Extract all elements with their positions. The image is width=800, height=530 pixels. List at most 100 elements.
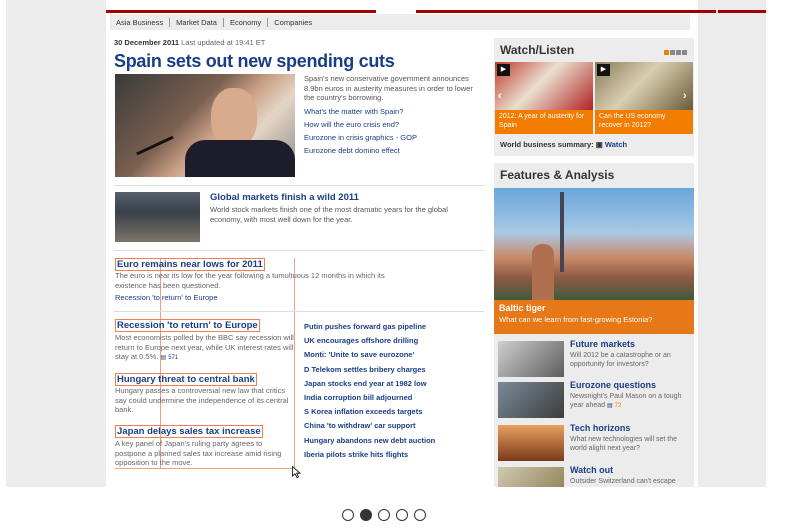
news-page: Asia Business Market Data Economy Compan…	[106, 0, 766, 487]
headlines-list: Putin pushes forward gas pipeline UK enc…	[304, 320, 435, 462]
bar-right	[718, 10, 766, 13]
feature-title[interactable]: Eurozone questions	[570, 380, 656, 390]
comment-icon[interactable]: ▤	[160, 355, 166, 361]
headline-link[interactable]: Putin pushes forward gas pipeline	[304, 320, 435, 334]
dateline: 30 December 2011 Last updated at 19:41 E…	[114, 38, 265, 47]
summary-label: World business summary:	[500, 140, 594, 149]
carousel-dot[interactable]	[414, 509, 426, 521]
headline-link[interactable]: Iberia pilots strike hits flights	[304, 448, 435, 462]
headline-link[interactable]: Monti: 'Unite to save eurozone'	[304, 348, 435, 362]
global-markets-title[interactable]: Global markets finish a wild 2011	[210, 192, 359, 203]
bar-middle	[416, 10, 716, 13]
headline-link[interactable]: UK encourages offshore drilling	[304, 334, 435, 348]
pager-dot[interactable]	[682, 50, 687, 55]
carousel-pagination	[342, 509, 426, 521]
video-thumbnail[interactable]: ▶ 2012: A year of austerity for Spain	[495, 62, 593, 134]
story-summary: A key panel of Japan's ruling party agre…	[115, 439, 282, 467]
related-link[interactable]: How will the euro crisis end?	[304, 118, 417, 131]
baltic-desc: What can we learn from fast-growing Esto…	[499, 315, 653, 324]
video-caption[interactable]: Can the US economy recover in 2012?	[595, 110, 693, 134]
last-updated: Last updated at 19:41 ET	[181, 38, 266, 47]
related-link[interactable]: What's the matter with Spain?	[304, 105, 417, 118]
carousel-dot-active[interactable]	[360, 509, 372, 521]
story-title-euro[interactable]: Euro remains near lows for 2011	[115, 258, 265, 271]
feature-title[interactable]: Tech horizons	[570, 423, 630, 433]
bar-left	[106, 10, 376, 13]
video-icon[interactable]: ▣	[596, 140, 603, 149]
feature-thumbnail[interactable]	[498, 425, 564, 461]
main-headline[interactable]: Spain sets out new spending cuts	[114, 51, 395, 72]
watch-listen-title: Watch/Listen	[500, 43, 575, 57]
headline-link[interactable]: India corruption bill adjourned	[304, 391, 435, 405]
tallinn-image[interactable]	[494, 188, 694, 300]
feature-title[interactable]: Watch out	[570, 465, 613, 475]
watch-listen-panel: Watch/Listen ▶ 2012: A year of austerity…	[494, 38, 694, 156]
divider	[114, 185, 484, 186]
feature-thumbnail[interactable]	[498, 382, 564, 418]
microphone	[136, 135, 174, 156]
carousel-dot[interactable]	[378, 509, 390, 521]
pager-dot[interactable]	[664, 50, 669, 55]
feature-desc: What new technologies will set the world…	[570, 436, 677, 452]
video-thumbnail[interactable]: ▶ Can the US economy recover in 2012?	[595, 62, 693, 134]
story-title-recession[interactable]: Recession 'to return' to Europe	[115, 319, 260, 332]
selection-guide-horizontal	[115, 468, 295, 469]
related-link[interactable]: Eurozone debt domino effect	[304, 144, 417, 157]
baltic-caption[interactable]: Baltic tiger What can we learn from fast…	[494, 300, 694, 334]
city-tower	[532, 244, 554, 300]
story-title-japan[interactable]: Japan delays sales tax increase	[115, 425, 263, 438]
pager-dot[interactable]	[670, 50, 675, 55]
feature-desc: Outsider Switzerland can't escape	[570, 478, 676, 485]
video-caption[interactable]: 2012: A year of austerity for Spain	[495, 110, 593, 134]
summary-watch-link[interactable]: Watch	[605, 140, 627, 149]
headline-link[interactable]: Hungary abandons new debt auction	[304, 434, 435, 448]
headline-link[interactable]: Japan stocks end year at 1982 low	[304, 377, 435, 391]
prev-arrow-icon[interactable]: ‹	[498, 90, 502, 102]
story-summary: Hungary passes a controversial new law t…	[115, 386, 289, 414]
headline-link[interactable]: S Korea inflation exceeds targets	[304, 405, 435, 419]
global-markets-summary: World stock markets finish one of the mo…	[210, 205, 448, 224]
feature-thumbnail[interactable]	[498, 341, 564, 377]
feature-desc-text: Newsnight's Paul Mason on a tough year a…	[570, 393, 682, 409]
comment-icon[interactable]: ▤	[607, 403, 613, 409]
play-icon[interactable]: ▶	[597, 64, 610, 76]
story-related-link[interactable]: Recession 'to return' to Europe	[115, 293, 218, 302]
baltic-title[interactable]: Baltic tiger	[499, 303, 689, 313]
nav-economy[interactable]: Economy	[224, 17, 269, 27]
nav-market-data[interactable]: Market Data	[170, 17, 224, 27]
nav-companies[interactable]: Companies	[268, 18, 318, 27]
screenshot-frame: Asia Business Market Data Economy Compan…	[6, 0, 766, 487]
stock-exchange-image[interactable]	[115, 192, 200, 242]
speaker-face	[211, 88, 257, 148]
nav-asia-business[interactable]: Asia Business	[110, 17, 171, 27]
divider	[114, 311, 484, 312]
related-link[interactable]: Eurozone in crisis graphics - GOP	[304, 131, 417, 144]
business-summary: World business summary: ▣ Watch	[500, 140, 627, 149]
story-summary: The euro is near its low for the year fo…	[115, 271, 385, 290]
feature-desc: Newsnight's Paul Mason on a tough year a…	[570, 392, 694, 411]
watch-pager[interactable]	[664, 50, 687, 55]
lead-summary: Spain's new conservative government anno…	[304, 74, 473, 102]
pager-dot[interactable]	[676, 50, 681, 55]
divider	[114, 250, 484, 251]
carousel-dot[interactable]	[342, 509, 354, 521]
story-title-hungary[interactable]: Hungary threat to central bank	[115, 373, 257, 386]
feature-thumbnail[interactable]	[498, 467, 564, 487]
date: 30 December 2011	[114, 38, 180, 47]
church-spire	[560, 192, 564, 272]
features-title: Features & Analysis	[500, 168, 615, 182]
headline-link[interactable]: China 'to withdraw' car support	[304, 419, 435, 433]
headline-link[interactable]: D Telekom settles bribery charges	[304, 363, 435, 377]
play-icon[interactable]: ▶	[497, 64, 510, 76]
feature-title[interactable]: Future markets	[570, 339, 635, 349]
carousel-dot[interactable]	[396, 509, 408, 521]
story-summary: Most economists polled by the BBC say re…	[115, 333, 295, 364]
hero-image[interactable]	[115, 74, 295, 177]
speaker-suit	[185, 140, 295, 177]
lead-related-links: What's the matter with Spain? How will t…	[304, 105, 417, 157]
comment-count[interactable]: 72	[615, 403, 622, 409]
story-summary-text: Most economists polled by the BBC say re…	[115, 333, 294, 361]
next-arrow-icon[interactable]: ›	[683, 90, 687, 102]
comment-count[interactable]: 571	[168, 355, 178, 361]
feature-desc: Will 2012 be a catastrophe or an opportu…	[570, 352, 671, 368]
